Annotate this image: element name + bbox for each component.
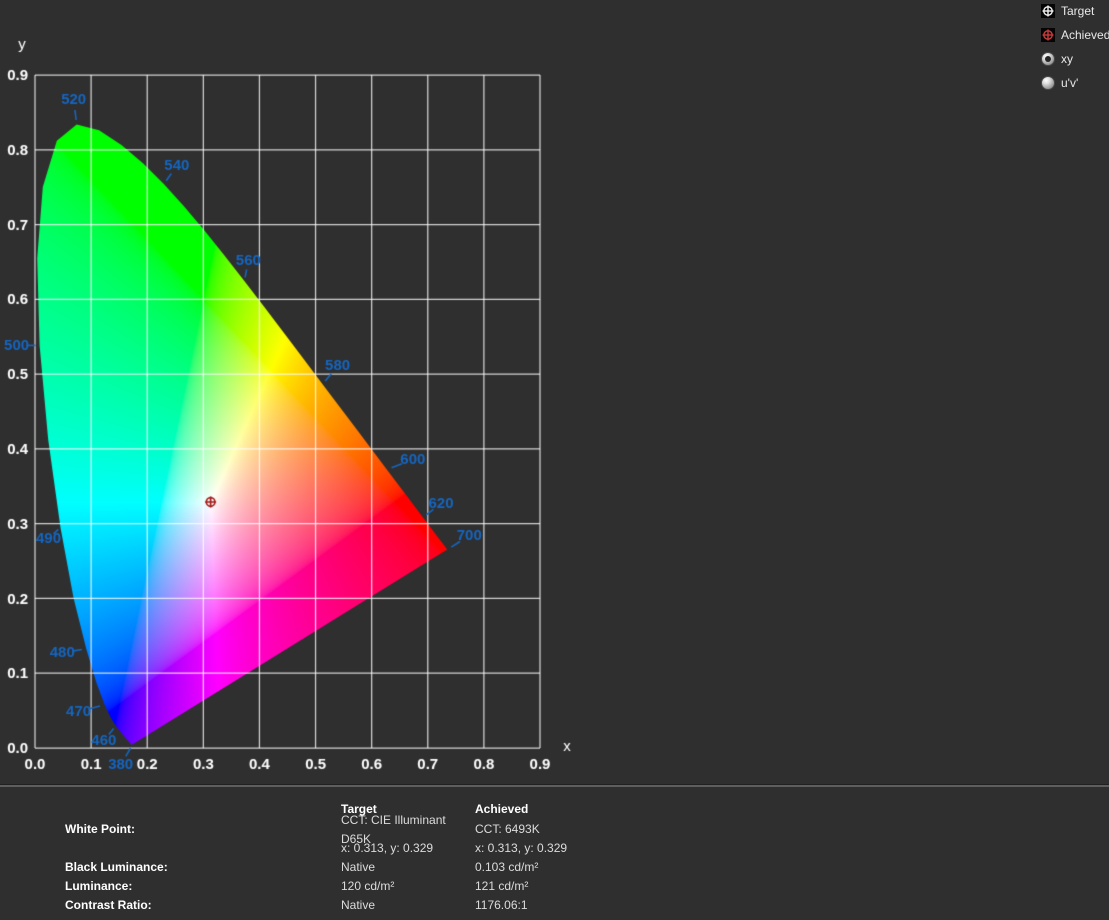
row-achieved-value: x: 0.313, y: 0.329 (475, 841, 568, 855)
table-row: x: 0.313, y: 0.329 x: 0.313, y: 0.329 (0, 839, 1109, 858)
row-achieved-value: 0.103 cd/m² (475, 860, 539, 874)
cie-chromaticity-chart (0, 0, 1109, 792)
row-achieved-value: 1176.06:1 (475, 898, 528, 912)
chart-legend: Target Achieved xy u'v' (1041, 4, 1109, 90)
row-target-value: x: 0.313, y: 0.329 (341, 841, 434, 855)
table-row: Contrast Ratio: Native 1176.06:1 (0, 896, 1109, 915)
target-marker-icon (1041, 4, 1055, 18)
table-row: White Point: CCT: CIE Illuminant D65K CC… (0, 813, 1109, 846)
legend-achieved-label: Achieved (1061, 28, 1109, 42)
row-target-value: Native (341, 898, 376, 912)
measurement-table: Target Achieved White Point: CCT: CIE Il… (0, 786, 1109, 915)
radio-xy-label: xy (1061, 52, 1073, 66)
radio-uv[interactable]: u'v' (1041, 76, 1109, 90)
row-target-value: 120 cd/m² (341, 879, 395, 893)
row-achieved-value: CCT: 6493K (475, 822, 540, 836)
row-target-value: Native (341, 860, 376, 874)
legend-target: Target (1041, 4, 1109, 18)
radio-uv-label: u'v' (1061, 76, 1079, 90)
calibration-report-window: Target Achieved xy u'v' Target Achieved … (0, 0, 1109, 920)
table-row: Luminance: 120 cd/m² 121 cd/m² (0, 877, 1109, 896)
radio-xy-button[interactable] (1041, 52, 1055, 66)
table-header-achieved: Achieved (475, 802, 529, 816)
row-label: White Point: (65, 822, 135, 836)
radio-xy[interactable]: xy (1041, 52, 1109, 66)
achieved-marker-icon (1041, 28, 1055, 42)
row-label: Black Luminance: (65, 860, 168, 874)
table-row: Black Luminance: Native 0.103 cd/m² (0, 858, 1109, 877)
table-header-row: Target Achieved (0, 798, 1109, 820)
row-label: Contrast Ratio: (65, 898, 152, 912)
legend-achieved: Achieved (1041, 28, 1109, 42)
radio-uv-button[interactable] (1041, 76, 1055, 90)
legend-target-label: Target (1061, 4, 1095, 18)
row-achieved-value: 121 cd/m² (475, 879, 529, 893)
row-label: Luminance: (65, 879, 133, 893)
